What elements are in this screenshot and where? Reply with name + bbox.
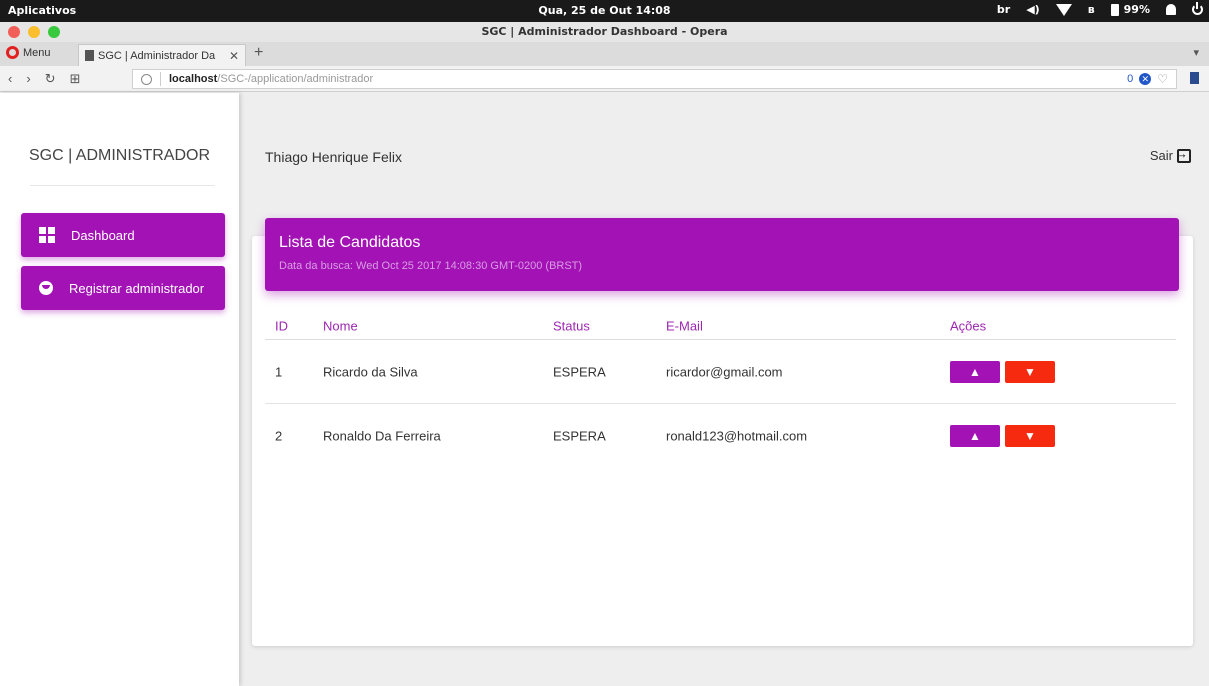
approve-button[interactable]: ▲ [950,425,1000,447]
thumbs-up-icon: ▲ [969,364,981,379]
thumbs-down-icon: ▼ [1024,429,1036,443]
tab-bar: Menu SGC | Administrador Da ✕ + ▾ [0,42,1209,66]
candidates-table: ID Nome Status E-Mail Ações 1 Ricardo da… [265,310,1176,468]
keyboard-layout[interactable]: br [997,3,1010,16]
heart-icon[interactable]: ♡ [1157,72,1168,86]
window-title-bar: SGC | Administrador Dashboard - Opera [0,22,1209,42]
logout-label: Sair [1149,148,1173,163]
cell-name: Ricardo da Silva [323,364,418,379]
column-header-name: Nome [323,318,358,334]
sidebar: SGC | ADMINISTRADOR Dashboard Registrar … [0,93,239,686]
sidebar-item-dashboard[interactable]: Dashboard [21,213,225,257]
notification-icon[interactable] [1166,4,1176,15]
brand-divider [30,185,215,186]
approve-button[interactable]: ▲ [950,360,1000,383]
os-top-bar: Aplicativos Qua, 25 de Out 14:08 br ◀) ʙ… [0,0,1209,22]
face-icon [39,281,53,295]
wifi-icon[interactable] [1055,3,1072,16]
volume-icon[interactable]: ◀) [1026,3,1040,16]
opera-logo-icon [6,46,19,59]
reject-button[interactable]: ▼ [1005,360,1055,383]
close-tab-icon[interactable]: ✕ [229,49,239,63]
url-path: /SGC-/application/administrador [217,73,374,85]
close-window-button[interactable] [8,26,20,38]
logout-button[interactable]: Sair [1149,146,1191,163]
row-actions: ▲ ▼ [950,425,1055,447]
window-controls [8,26,60,38]
user-name: Thiago Henrique Felix [265,149,402,165]
cell-email: ronald123@hotmail.com [666,428,808,444]
cell-email: ricardor@gmail.com [666,364,783,379]
window-title: SGC | Administrador Dashboard - Opera [481,25,728,38]
url-actions: 0 ✕ ♡ [1127,72,1176,86]
globe-icon [141,73,152,85]
maximize-window-button[interactable] [48,26,60,38]
column-header-id: ID [275,318,288,334]
menu-label: Menu [23,46,51,59]
bookmarks-icon[interactable] [1190,72,1199,84]
speed-dial-icon[interactable]: ⊞ [70,71,81,87]
reload-icon[interactable]: ↻ [45,71,56,87]
tab-active[interactable]: SGC | Administrador Da ✕ [78,44,246,66]
sidebar-item-label: Dashboard [71,227,135,243]
card-subtitle: Data da busca: Wed Oct 25 2017 14:08:30 … [279,260,583,272]
table-header: ID Nome Status E-Mail Ações [265,310,1176,340]
thumbs-up-icon: ▲ [969,429,981,443]
column-header-status: Status [553,318,590,334]
back-icon[interactable]: ‹ [8,71,12,87]
battery-icon [1110,4,1119,16]
sidebar-item-registrar-administrador[interactable]: Registrar administrador [21,266,225,310]
opera-menu-button[interactable]: Menu [6,46,51,59]
cell-id: 2 [275,428,283,444]
table-row: 1 Ricardo da Silva ESPERA ricardor@gmail… [265,340,1176,404]
url-host: localhost [169,73,218,85]
sidebar-item-label: Registrar administrador [69,280,205,296]
minimize-window-button[interactable] [28,26,40,38]
document-icon [85,50,94,61]
column-header-email: E-Mail [666,318,703,334]
row-actions: ▲ ▼ [950,360,1055,383]
battery-level: 99% [1123,3,1150,16]
url-separator [160,72,161,86]
tab-menu-icon[interactable]: ▾ [1193,46,1199,59]
brand-title: SGC | ADMINISTRADOR [28,147,211,164]
dashboard-icon [39,227,55,243]
cell-id: 1 [275,364,283,379]
power-icon[interactable] [1192,2,1203,15]
address-bar-row: ‹ › ↻ ⊞ localhost/SGC-/application/admin… [0,66,1209,92]
navigation-buttons: ‹ › ↻ ⊞ [8,71,81,87]
logout-icon [1175,146,1191,163]
adblock-icon[interactable]: ✕ [1139,73,1152,85]
system-tray: br ◀) ʙ 99% [997,2,1203,16]
forward-icon[interactable]: › [26,71,30,87]
battery-indicator[interactable]: 99% [1110,3,1150,16]
new-tab-button[interactable]: + [254,44,263,62]
card-header: Lista de Candidatos Data da busca: Wed O… [265,218,1179,291]
adblock-count: 0 [1127,73,1134,85]
url-field[interactable]: localhost/SGC-/application/administrador… [132,69,1177,89]
cell-status: ESPERA [553,364,606,379]
column-header-actions: Ações [950,318,987,334]
tab-title: SGC | Administrador Da [98,49,216,62]
reject-button[interactable]: ▼ [1005,425,1055,447]
bluetooth-icon[interactable]: ʙ [1088,3,1095,16]
cell-name: Ronaldo Da Ferreira [323,428,441,444]
table-row: 2 Ronaldo Da Ferreira ESPERA ronald123@h… [265,404,1176,468]
cell-status: ESPERA [553,428,606,444]
card-title: Lista de Candidatos [279,234,421,251]
thumbs-down-icon: ▼ [1024,364,1036,379]
